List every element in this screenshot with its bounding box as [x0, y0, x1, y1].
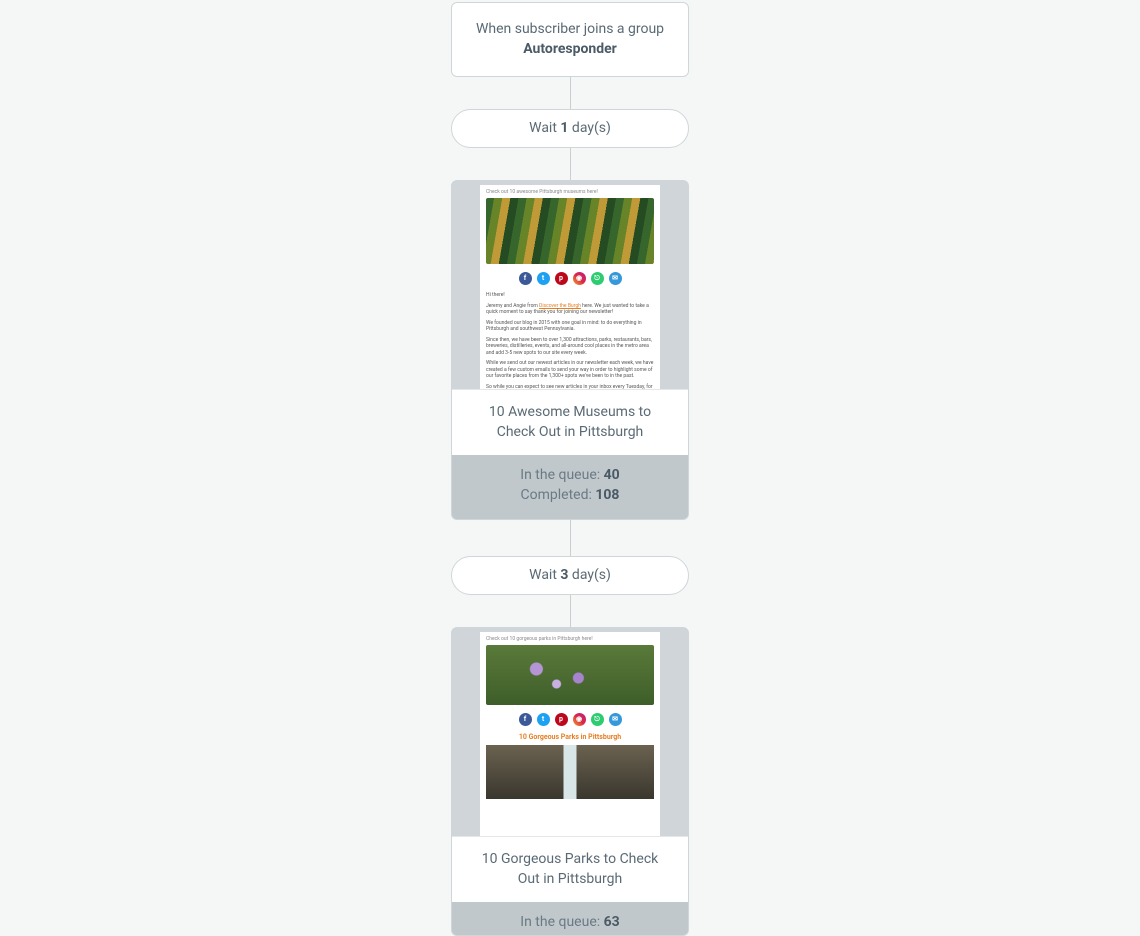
email-node-2[interactable]: Check out 10 gorgeous parks in Pittsburg…: [451, 627, 689, 936]
wait-suffix: day(s): [568, 120, 610, 136]
wait-prefix: Wait: [529, 567, 560, 583]
instagram-icon: ◉: [573, 713, 586, 726]
connector-line: [570, 520, 571, 556]
wait-prefix: Wait: [529, 120, 560, 136]
preview-greeting: Hi there!: [486, 292, 654, 299]
email-title: 10 Gorgeous Parks to Check Out in Pittsb…: [452, 836, 688, 903]
email-preview-thumbnail: Check out 10 awesome Pittsburgh museums …: [452, 181, 688, 389]
link-icon: ⎋: [591, 713, 604, 726]
email-title: 10 Awesome Museums to Check Out in Pitts…: [452, 389, 688, 456]
email-preview-thumbnail: Check out 10 gorgeous parks in Pittsburg…: [452, 628, 688, 836]
email-queue-stat: In the queue: 63: [464, 912, 676, 932]
preview-p2: We founded our blog in 2015 with one goa…: [486, 320, 654, 333]
email-preview-content: Check out 10 awesome Pittsburgh museums …: [480, 185, 660, 389]
preview-hero-image: [486, 645, 654, 705]
mail-icon: ✉: [609, 272, 622, 285]
queue-value: 63: [604, 914, 620, 930]
twitter-icon: t: [537, 272, 550, 285]
preview-heading: 10 Gorgeous Parks in Pittsburgh: [486, 733, 654, 742]
preview-social-row: f t p ◉ ⎋ ✉: [486, 713, 654, 726]
preview-subject: Check out 10 awesome Pittsburgh museums …: [486, 189, 654, 196]
wait-node-1[interactable]: Wait 1 day(s): [451, 109, 689, 148]
link-icon: ⎋: [591, 272, 604, 285]
preview-hero-image: [486, 198, 654, 264]
wait-suffix: day(s): [568, 567, 610, 583]
wait-node-2[interactable]: Wait 3 day(s): [451, 556, 689, 595]
completed-value: 108: [595, 487, 619, 503]
preview-sub-image: [486, 745, 654, 799]
twitter-icon: t: [537, 713, 550, 726]
email-completed-stat: Completed: 108: [464, 485, 676, 505]
email-stats: In the queue: 40 Completed: 108: [452, 455, 688, 519]
mail-icon: ✉: [609, 713, 622, 726]
pinterest-icon: p: [555, 713, 568, 726]
preview-p4: While we send out our newest articles in…: [486, 360, 654, 380]
preview-social-row: f t p ◉ ⎋ ✉: [486, 272, 654, 285]
facebook-icon: f: [519, 272, 532, 285]
instagram-icon: ◉: [573, 272, 586, 285]
pinterest-icon: p: [555, 272, 568, 285]
facebook-icon: f: [519, 713, 532, 726]
preview-p5: So while you can expect to see new artic…: [486, 384, 654, 389]
email-node-1[interactable]: Check out 10 awesome Pittsburgh museums …: [451, 180, 689, 520]
connector-line: [570, 595, 571, 627]
connector-line: [570, 148, 571, 180]
connector-line: [570, 77, 571, 109]
email-preview-content: Check out 10 gorgeous parks in Pittsburg…: [480, 632, 660, 836]
preview-p1: Jeremy and Angie from Discover the Burgh…: [486, 303, 654, 316]
preview-p3: Since then, we have been to over 1,300 a…: [486, 337, 654, 357]
trigger-node[interactable]: When subscriber joins a group Autorespon…: [451, 2, 689, 77]
email-queue-stat: In the queue: 40: [464, 465, 676, 485]
trigger-group-name: Autoresponder: [464, 39, 676, 59]
trigger-line1: When subscriber joins a group: [464, 19, 676, 39]
preview-link: Discover the Burgh: [539, 303, 581, 309]
automation-flow: When subscriber joins a group Autorespon…: [0, 0, 1140, 936]
queue-value: 40: [604, 467, 620, 483]
preview-subject: Check out 10 gorgeous parks in Pittsburg…: [486, 636, 654, 643]
